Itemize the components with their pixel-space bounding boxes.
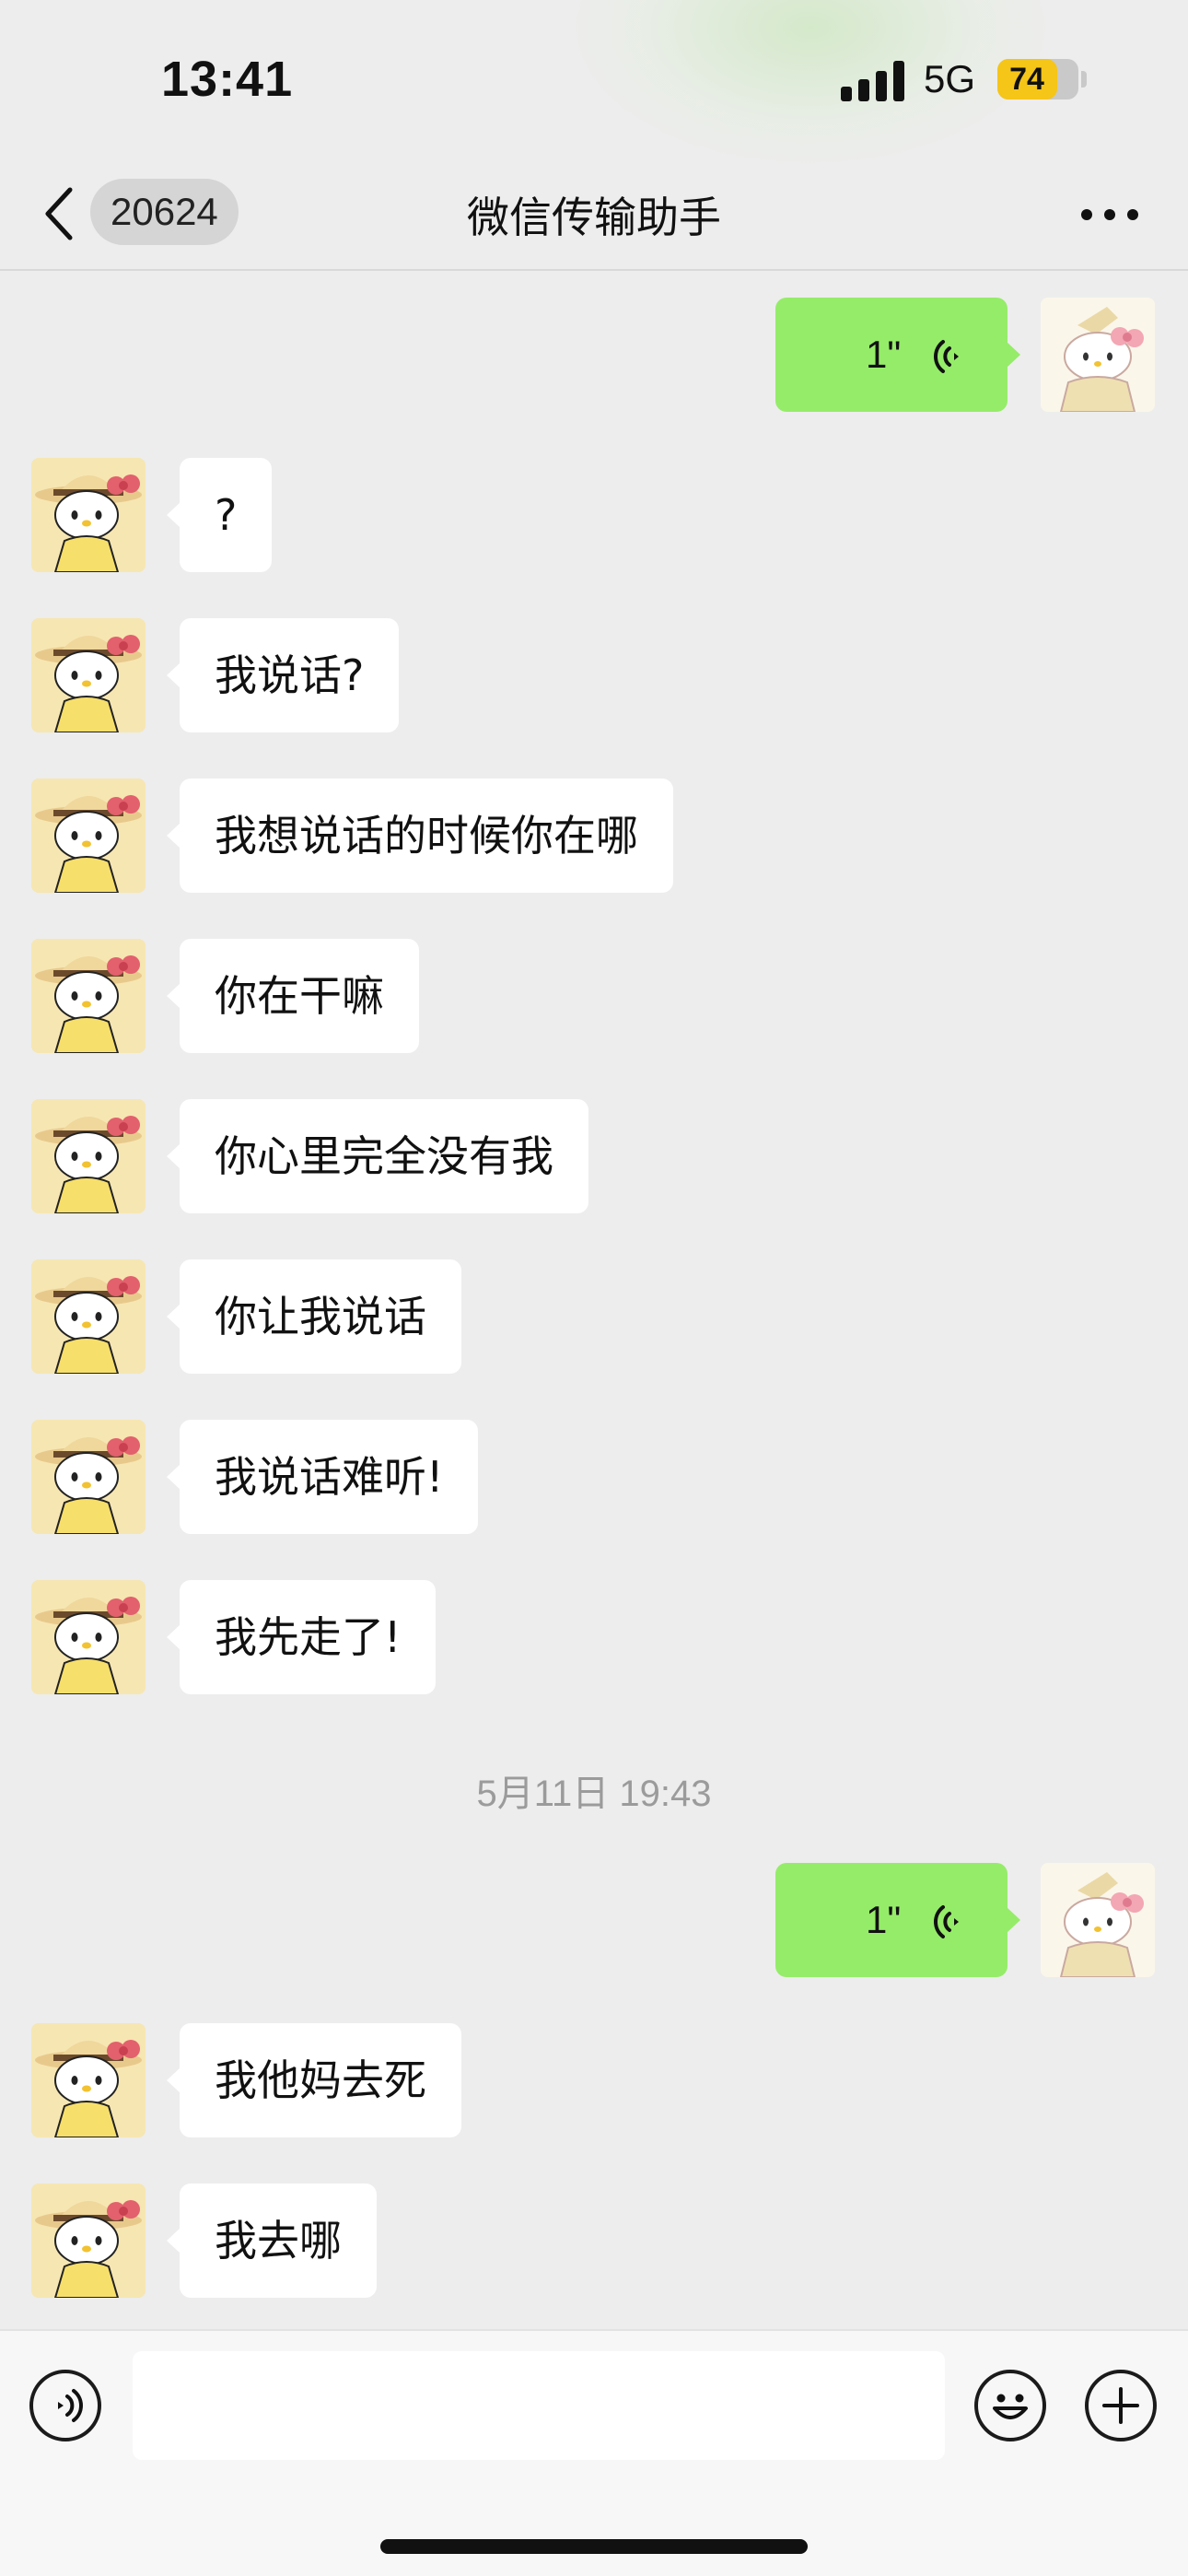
sent-message: 1" (0, 298, 1188, 412)
voice-message-bubble[interactable]: 1" (775, 298, 1020, 412)
voice-wave-icon (934, 340, 959, 373)
my-avatar[interactable] (1041, 1863, 1155, 1977)
received-message: 我想说话的时候你在哪 (0, 779, 1188, 893)
message-input[interactable] (133, 2351, 945, 2460)
received-message: 我说话? (0, 618, 1188, 732)
voice-input-icon (58, 2389, 83, 2422)
background-glow (571, 0, 1050, 166)
timestamp-divider: 5月11日 19:43 (476, 1774, 712, 1814)
contact-avatar[interactable] (31, 2184, 146, 2298)
contact-avatar[interactable] (31, 1259, 146, 1374)
received-message: 我他妈去死 (0, 2023, 1188, 2137)
contact-avatar[interactable] (31, 618, 146, 732)
nav-divider (0, 269, 1188, 271)
message-bubble[interactable]: 我先走了! (166, 1580, 437, 1694)
signal-strength-icon (841, 61, 905, 101)
message-bubble[interactable]: 你让我说话 (167, 1259, 461, 1374)
received-message: ? (0, 458, 1188, 572)
plus-icon (1102, 2387, 1139, 2424)
contact-avatar[interactable] (31, 2023, 146, 2137)
more-button[interactable] (1077, 192, 1142, 238)
contact-avatar[interactable] (31, 1580, 146, 1694)
message-bubble[interactable]: 我想说话的时候你在哪 (167, 779, 673, 893)
voice-duration: 1" (866, 333, 902, 376)
contact-avatar[interactable] (31, 939, 146, 1053)
battery-tip (1081, 71, 1087, 88)
message-bubble[interactable]: 你心里完全没有我 (167, 1099, 588, 1213)
received-message: 我去哪 (0, 2184, 1188, 2298)
status-time: 13:41 (161, 52, 294, 107)
contact-avatar[interactable] (31, 1099, 146, 1213)
received-message: 我说话难听! (0, 1420, 1188, 1534)
message-bubble[interactable]: 我去哪 (167, 2184, 377, 2298)
nav-bar: 20624 微信传输助手 (0, 158, 1188, 269)
battery-icon: 74 (997, 59, 1078, 100)
contact-avatar[interactable] (31, 779, 146, 893)
chat-screen: 13:41 5G 74 20624 微信传输助手 1"? 我说话? 我想说话的时候你… (0, 0, 1188, 2576)
message-bubble[interactable]: 你在干嘛 (167, 939, 419, 1053)
network-type: 5G (924, 57, 976, 100)
voice-message-bubble[interactable]: 1" (775, 1863, 1020, 1977)
voice-wave-icon (934, 1905, 959, 1938)
voice-duration: 1" (866, 1898, 902, 1941)
message-bubble[interactable]: 我他妈去死 (167, 2023, 461, 2137)
sent-message: 1" (0, 1863, 1188, 1977)
message-bubble[interactable]: 我说话难听! (166, 1420, 479, 1534)
battery-level: 74 (1009, 62, 1044, 97)
voice-input-button[interactable] (29, 2370, 101, 2441)
emoji-icon (993, 2394, 1028, 2419)
my-avatar[interactable] (1041, 298, 1155, 412)
received-message: 你在干嘛 (0, 939, 1188, 1053)
received-message: 你心里完全没有我 (0, 1099, 1188, 1213)
home-indicator (380, 2539, 808, 2554)
received-message: 你让我说话 (0, 1259, 1188, 1374)
emoji-button[interactable] (974, 2370, 1046, 2441)
page-title: 微信传输助手 (467, 193, 721, 242)
plus-button[interactable] (1085, 2370, 1157, 2441)
message-bubble[interactable]: 我说话? (166, 618, 400, 732)
contact-avatar[interactable] (31, 1420, 146, 1534)
received-message: 我先走了! (0, 1580, 1188, 1694)
message-bubble[interactable]: ? (166, 458, 273, 572)
contact-avatar[interactable] (31, 458, 146, 572)
